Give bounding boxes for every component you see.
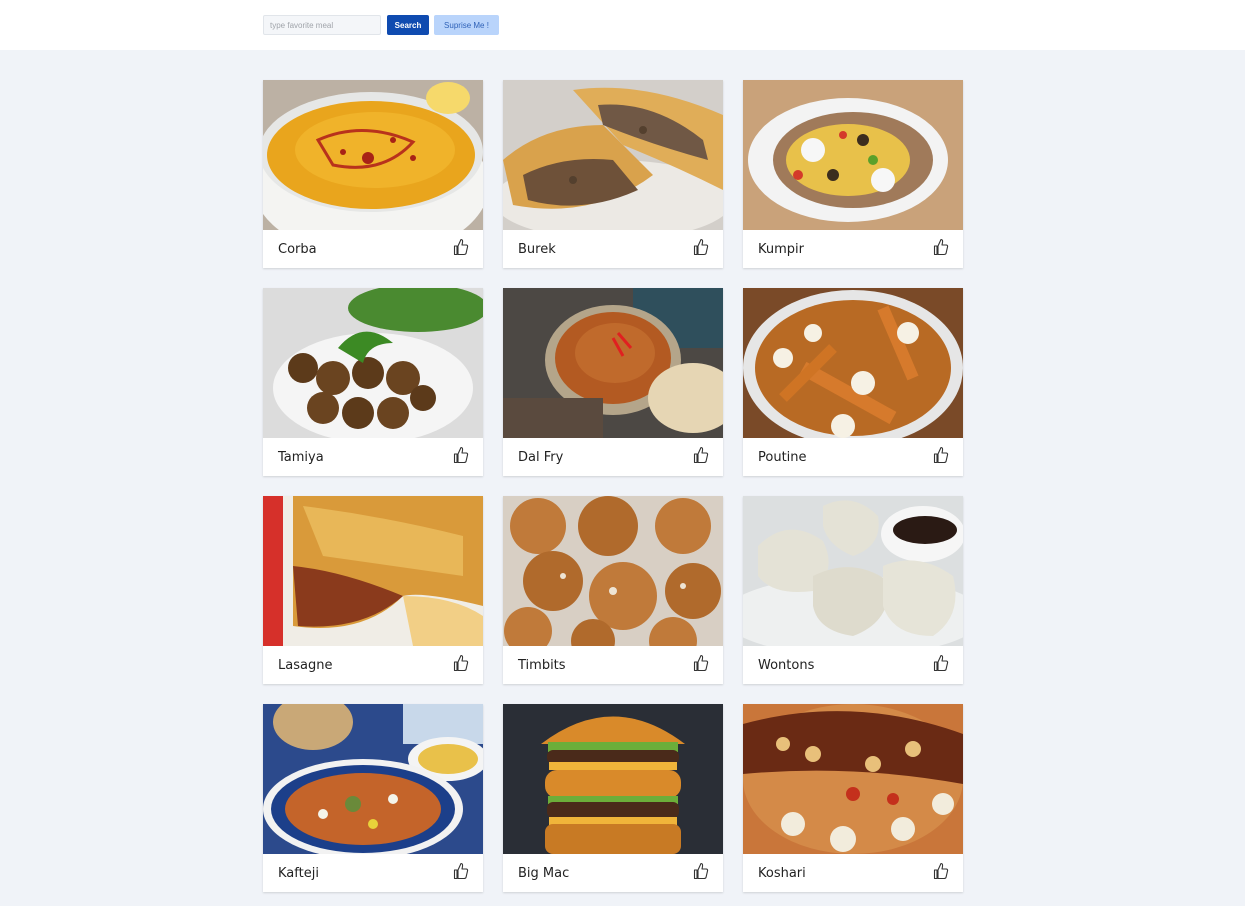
meal-card[interactable]: Lasagne [263,496,483,684]
card-footer: Burek [503,230,723,268]
meal-grid: Corba Burek Kumpir Tamiya Dal Fry Poutin… [263,80,963,892]
meal-image[interactable] [503,704,723,854]
thumbs-up-icon[interactable] [933,446,949,464]
meal-name: Corba [278,242,317,257]
meal-card[interactable]: Kafteji [263,704,483,892]
thumbs-up-icon[interactable] [693,654,709,672]
thumbs-up-icon[interactable] [693,238,709,256]
surprise-me-button[interactable]: Suprise Me ! [434,15,499,35]
meal-name: Wontons [758,658,815,673]
card-footer: Poutine [743,438,963,476]
meal-card[interactable]: Tamiya [263,288,483,476]
meal-card[interactable]: Kumpir [743,80,963,268]
card-footer: Kumpir [743,230,963,268]
card-footer: Koshari [743,854,963,892]
meal-name: Kafteji [278,866,319,881]
meal-name: Dal Fry [518,450,564,465]
search-input[interactable] [263,15,381,35]
header-bar: Search Suprise Me ! [0,0,1245,50]
card-footer: Lasagne [263,646,483,684]
meal-name: Timbits [518,658,566,673]
meal-name: Kumpir [758,242,804,257]
card-footer: Dal Fry [503,438,723,476]
meal-image[interactable] [743,288,963,438]
meal-card[interactable]: Dal Fry [503,288,723,476]
meal-image[interactable] [743,496,963,646]
meal-image[interactable] [263,496,483,646]
thumbs-up-icon[interactable] [453,238,469,256]
meal-name: Burek [518,242,556,257]
meal-image[interactable] [503,80,723,230]
meal-name: Lasagne [278,658,333,673]
card-footer: Wontons [743,646,963,684]
meal-image[interactable] [743,80,963,230]
card-footer: Timbits [503,646,723,684]
meal-name: Poutine [758,450,807,465]
card-footer: Tamiya [263,438,483,476]
card-footer: Big Mac [503,854,723,892]
meal-image[interactable] [503,496,723,646]
meal-name: Tamiya [278,450,324,465]
meal-card[interactable]: Burek [503,80,723,268]
meal-image[interactable] [263,704,483,854]
meal-image[interactable] [263,288,483,438]
meal-card[interactable]: Timbits [503,496,723,684]
thumbs-up-icon[interactable] [453,862,469,880]
meal-card[interactable]: Koshari [743,704,963,892]
meal-image[interactable] [503,288,723,438]
card-footer: Kafteji [263,854,483,892]
thumbs-up-icon[interactable] [933,654,949,672]
meal-image[interactable] [263,80,483,230]
search-button[interactable]: Search [387,15,429,35]
thumbs-up-icon[interactable] [693,446,709,464]
meal-card[interactable]: Wontons [743,496,963,684]
thumbs-up-icon[interactable] [693,862,709,880]
card-footer: Corba [263,230,483,268]
meal-image[interactable] [743,704,963,854]
meal-name: Koshari [758,866,806,881]
thumbs-up-icon[interactable] [453,446,469,464]
meal-card[interactable]: Corba [263,80,483,268]
thumbs-up-icon[interactable] [933,862,949,880]
meal-name: Big Mac [518,866,570,881]
thumbs-up-icon[interactable] [933,238,949,256]
meal-card[interactable]: Poutine [743,288,963,476]
thumbs-up-icon[interactable] [453,654,469,672]
meal-card[interactable]: Big Mac [503,704,723,892]
